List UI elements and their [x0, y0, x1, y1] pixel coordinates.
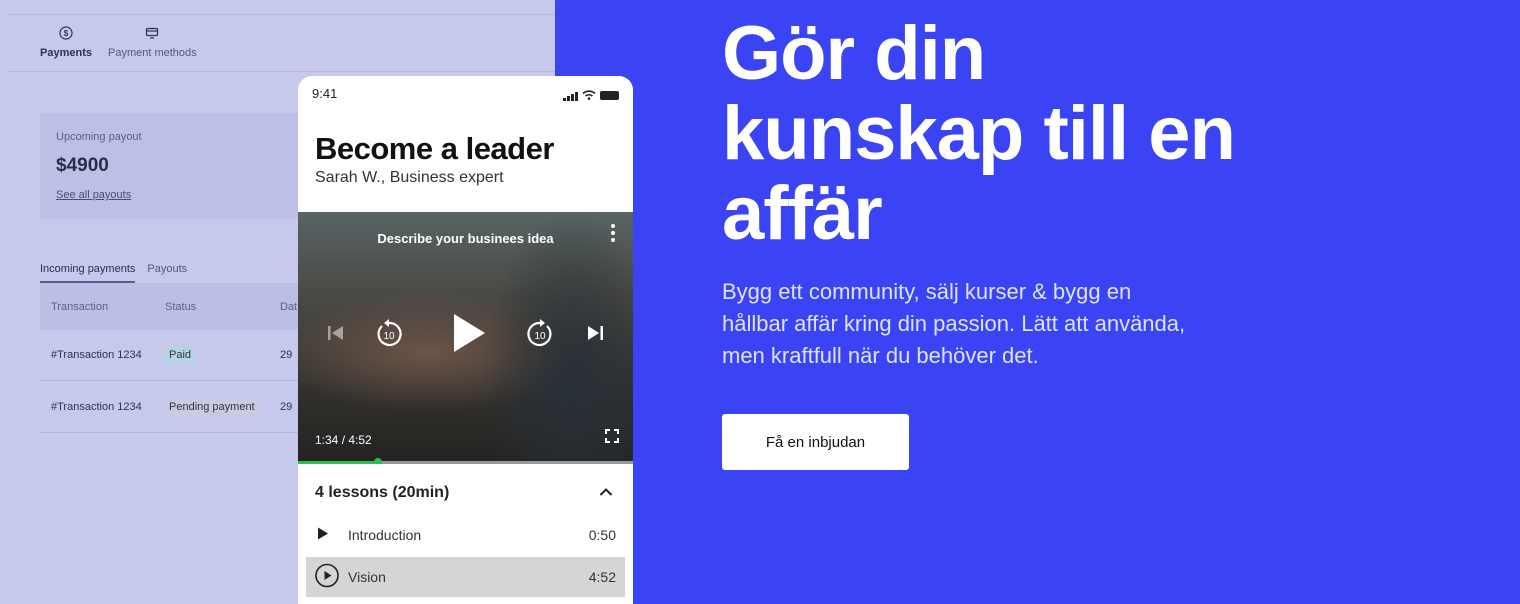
upcoming-payout-card: Upcoming payout $4900 See all payouts	[40, 113, 310, 219]
lesson-item-introduction[interactable]: Introduction 0:50	[306, 515, 625, 555]
lesson-item-vision[interactable]: Vision 4:52	[306, 557, 625, 597]
video-progress-fill	[298, 461, 379, 464]
tab-incoming-payments[interactable]: Incoming payments	[40, 263, 136, 283]
hero-title: Gör din kunskap till en affär	[722, 11, 1236, 256]
column-status: Status	[165, 300, 197, 313]
status-badge: Paid	[165, 346, 196, 363]
column-date: Dat	[280, 300, 298, 313]
dashboard-tabs: $ Payments Payment methods	[8, 14, 555, 72]
course-author: Sarah W., Business expert	[315, 169, 504, 186]
play-icon[interactable]	[451, 312, 487, 359]
lesson-duration: 4:52	[588, 569, 616, 585]
payout-amount: $4900	[56, 155, 109, 176]
table-row[interactable]: #Transaction 1234 Pending payment 29	[40, 381, 300, 433]
lesson-title: Vision	[348, 569, 386, 585]
more-vertical-icon[interactable]	[611, 224, 615, 242]
chevron-up-icon[interactable]	[599, 484, 613, 502]
play-circle-icon	[315, 563, 339, 591]
phone-mockup: 9:41 Become a leader Sarah W., Business …	[298, 76, 633, 604]
lessons-header: 4 lessons (20min)	[315, 484, 450, 501]
fullscreen-icon[interactable]	[605, 429, 619, 448]
transaction-id: #Transaction 1234	[51, 348, 142, 361]
rewind-10-icon[interactable]: 10	[374, 319, 404, 354]
video-progress-handle[interactable]	[374, 458, 383, 464]
transaction-id: #Transaction 1234	[51, 400, 142, 413]
payments-sub-tabs: Incoming payments Payouts	[40, 263, 300, 284]
play-icon	[315, 527, 329, 544]
video-player[interactable]: Describe your businees idea 10 10 1:34 /…	[298, 212, 633, 464]
get-invite-button[interactable]: Få en inbjudan	[722, 414, 909, 470]
lesson-duration: 0:50	[588, 527, 616, 543]
tab-payment-methods-label: Payment methods	[107, 47, 197, 59]
dollar-circle-icon: $	[58, 25, 74, 41]
hero-subtitle: Bygg ett community, sälj kurser & bygg e…	[722, 279, 1186, 368]
see-all-payouts-link[interactable]: See all payouts	[56, 189, 131, 201]
table-row[interactable]: #Transaction 1234 Paid 29	[40, 329, 300, 381]
status-badge: Pending payment	[165, 398, 259, 415]
lesson-title: Introduction	[348, 527, 422, 543]
payout-label: Upcoming payout	[56, 131, 142, 143]
signal-icon	[563, 91, 578, 101]
forward-10-icon[interactable]: 10	[525, 319, 555, 354]
video-caption: Describe your businees idea	[377, 231, 554, 246]
skip-next-icon[interactable]	[585, 324, 605, 347]
transaction-date: 29	[280, 400, 293, 413]
table-header: Transaction Status Dat	[40, 283, 300, 330]
tab-payments[interactable]: $ Payments	[40, 25, 92, 71]
svg-text:10: 10	[383, 331, 395, 342]
card-icon	[144, 25, 160, 41]
svg-text:$: $	[64, 29, 69, 38]
status-time: 9:41	[312, 86, 338, 101]
tab-payments-label: Payments	[40, 47, 92, 59]
battery-icon	[600, 91, 619, 100]
course-title: Become a leader	[315, 131, 554, 166]
tab-payment-methods[interactable]: Payment methods	[108, 25, 197, 71]
status-bar: 9:41	[312, 86, 619, 102]
transaction-date: 29	[280, 348, 293, 361]
video-timestamp: 1:34 / 4:52	[315, 433, 372, 447]
tab-payouts[interactable]: Payouts	[147, 263, 187, 283]
skip-previous-icon[interactable]	[326, 324, 346, 347]
wifi-icon	[582, 88, 596, 103]
column-transaction: Transaction	[51, 300, 109, 313]
svg-text:10: 10	[534, 331, 546, 342]
